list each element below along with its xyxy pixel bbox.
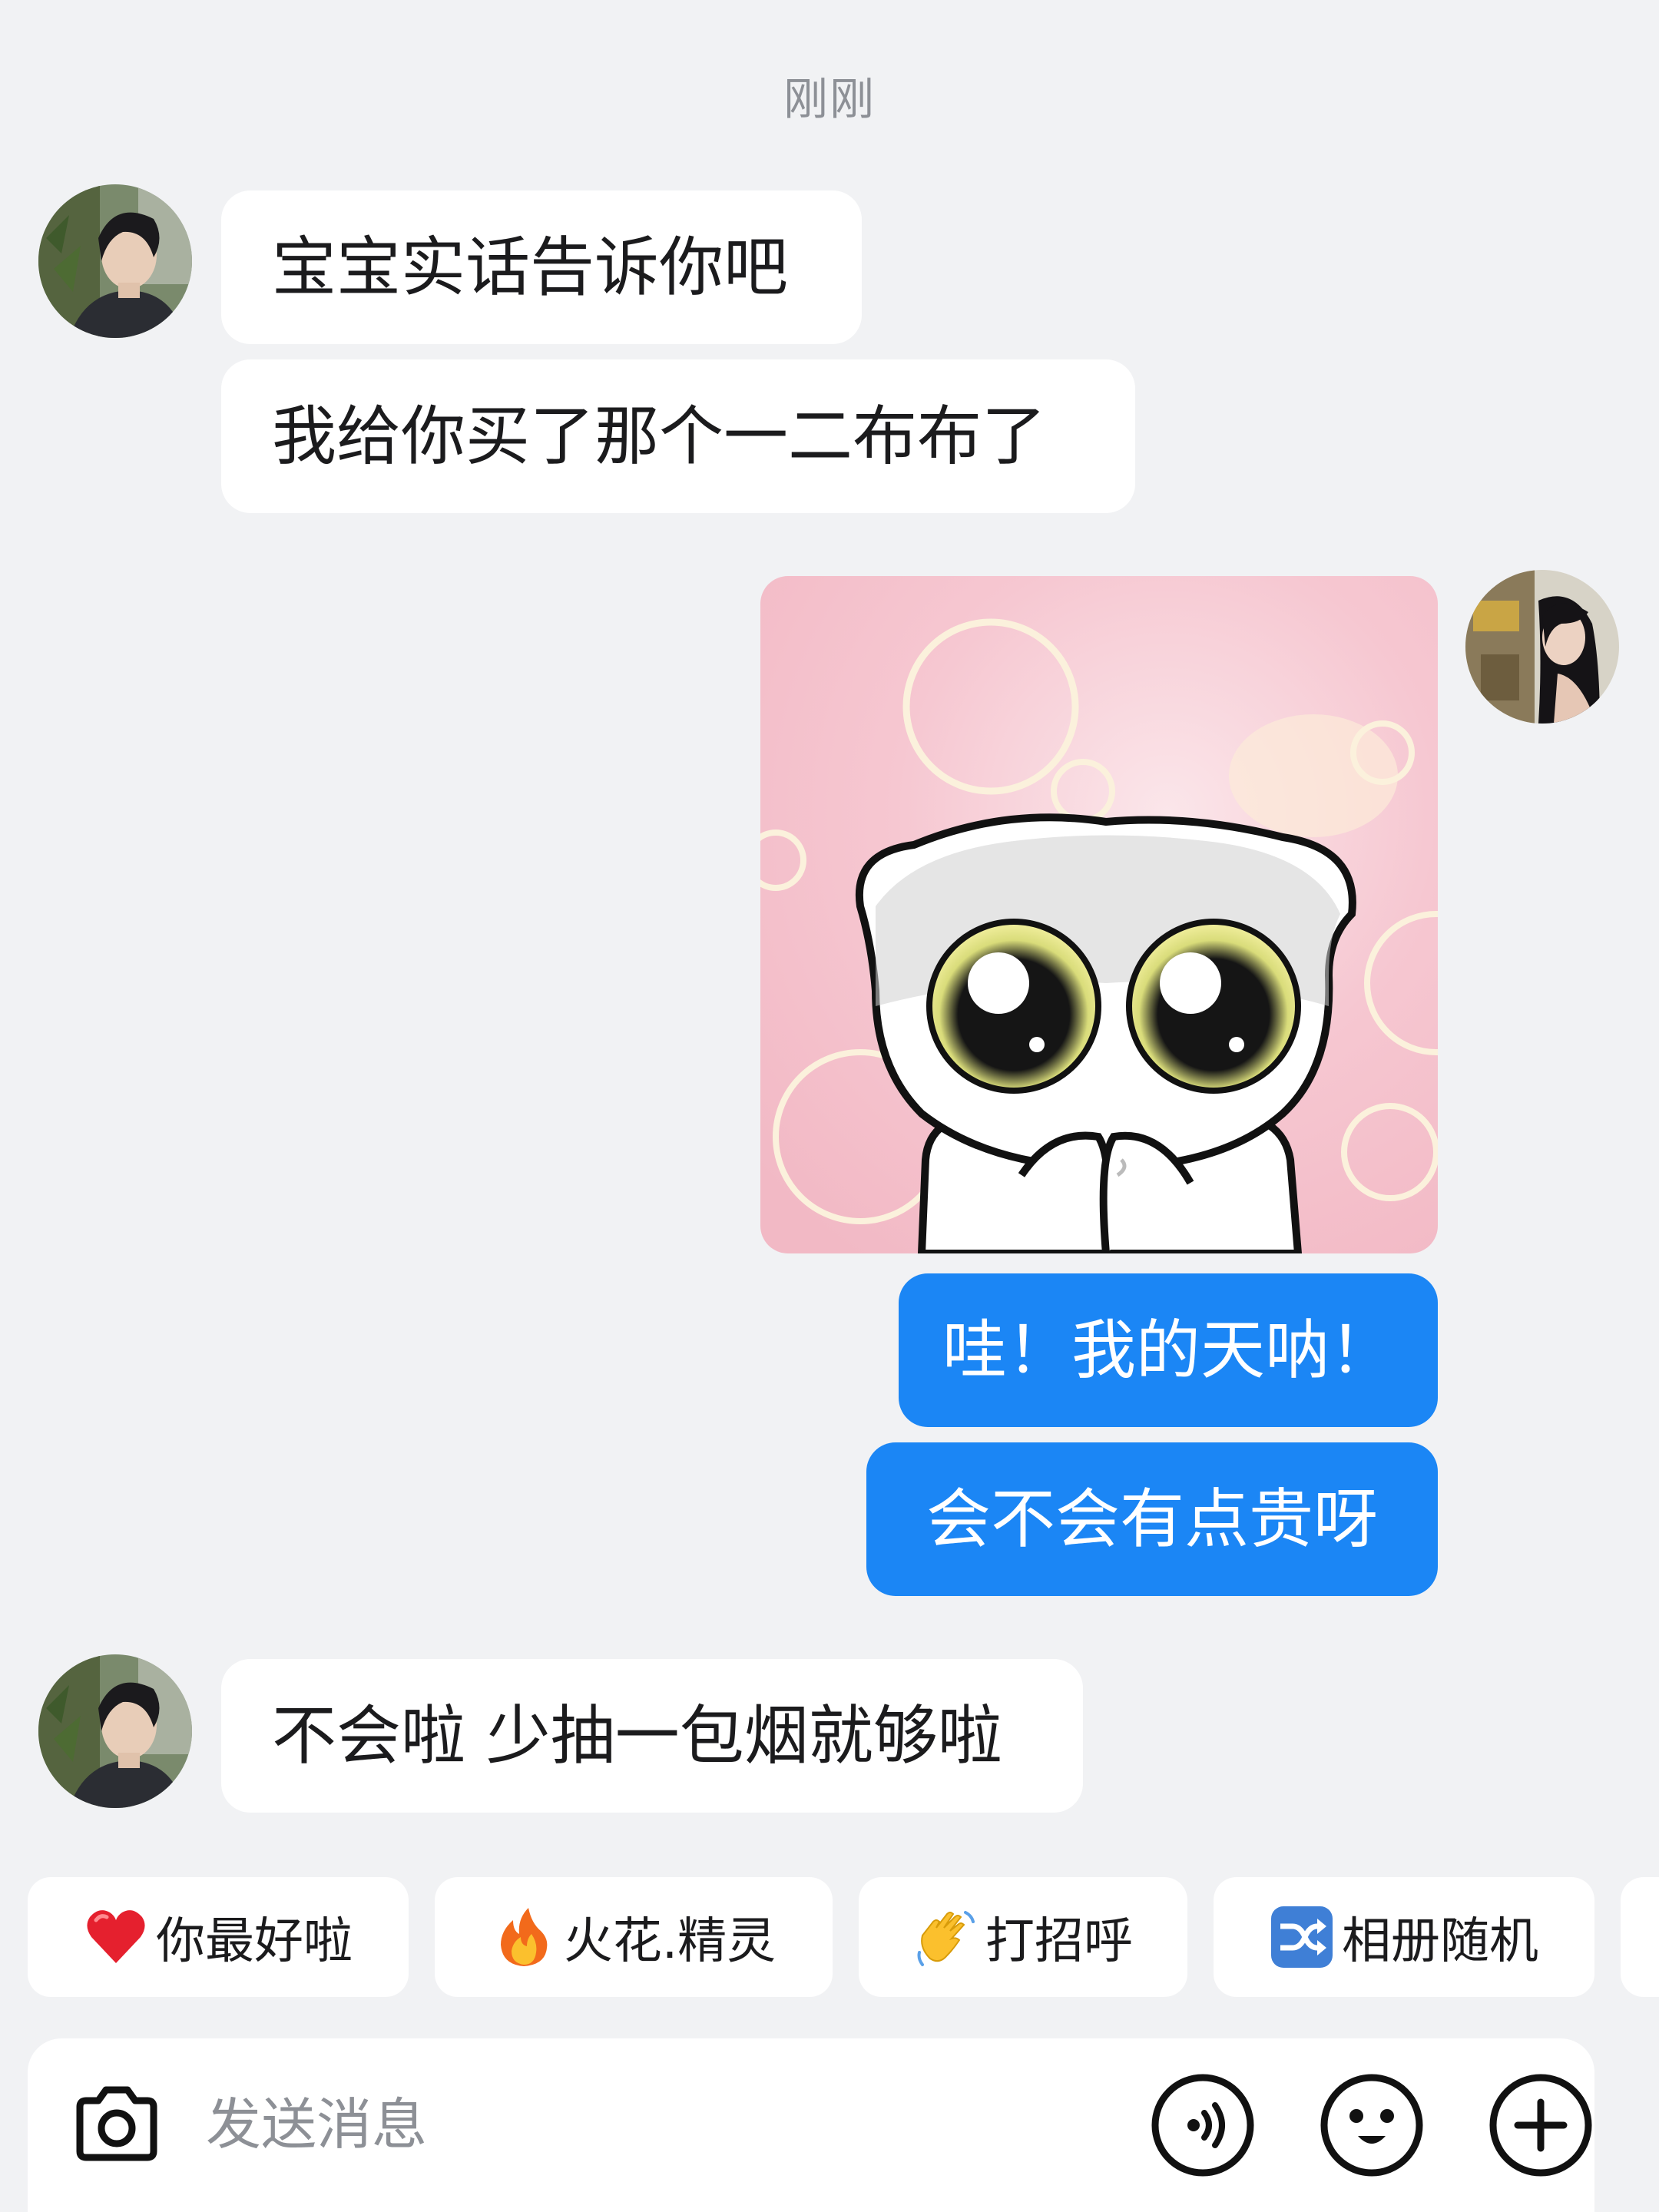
quick-reply-label: 火花.精灵 (563, 1913, 777, 1970)
message-input-bar: 发送消息 (28, 2038, 1594, 2212)
plus-icon (1489, 2074, 1592, 2177)
plus-button[interactable] (1487, 2071, 1594, 2179)
quick-reply-label: 相册随机 (1342, 1913, 1538, 1970)
chat-timestamp: 刚刚 (783, 73, 876, 125)
contact-avatar[interactable] (38, 184, 192, 338)
emoji-button[interactable] (1318, 2071, 1426, 2179)
message-bubble-outgoing[interactable]: 哇！我的天呐！ (899, 1273, 1438, 1427)
voice-button[interactable] (1149, 2071, 1257, 2179)
message-bubble-incoming[interactable]: 不会啦 少抽一包烟就够啦 (221, 1659, 1083, 1813)
camera-icon (76, 2086, 157, 2161)
red-heart-icon (84, 1905, 148, 1969)
quick-reply-chip[interactable]: 相册随机 (1214, 1877, 1594, 1997)
waving-hand-icon (913, 1905, 978, 1969)
quick-reply-chip[interactable]: 火花.精灵 (435, 1877, 833, 1997)
quick-reply-bar: 你最好啦 火花.精灵 打招呼 相册随机 (0, 1877, 1659, 1997)
fire-icon (492, 1905, 556, 1969)
camera-button[interactable] (63, 2071, 171, 2179)
quick-reply-chip[interactable]: 打招呼 (859, 1877, 1187, 1997)
quick-reply-chip-partial[interactable] (1621, 1877, 1659, 1997)
message-bubble-incoming[interactable]: 宝宝实话告诉你吧 (221, 190, 862, 344)
quick-reply-chip[interactable]: 你最好啦 (28, 1877, 409, 1997)
contact-avatar[interactable] (38, 1654, 192, 1808)
self-avatar[interactable] (1465, 570, 1619, 724)
message-input[interactable]: 发送消息 (206, 2078, 427, 2171)
quick-reply-label: 你最好啦 (156, 1913, 353, 1970)
message-bubble-outgoing[interactable]: 会不会有点贵呀 (866, 1442, 1438, 1596)
sticker-image[interactable] (760, 576, 1438, 1253)
message-bubble-incoming[interactable]: 我给你买了那个一二布布了 (221, 359, 1135, 513)
voice-icon (1151, 2074, 1254, 2177)
shuffle-icon (1270, 1905, 1334, 1969)
quick-reply-label: 打招呼 (985, 1913, 1133, 1970)
emoji-icon (1320, 2074, 1423, 2177)
